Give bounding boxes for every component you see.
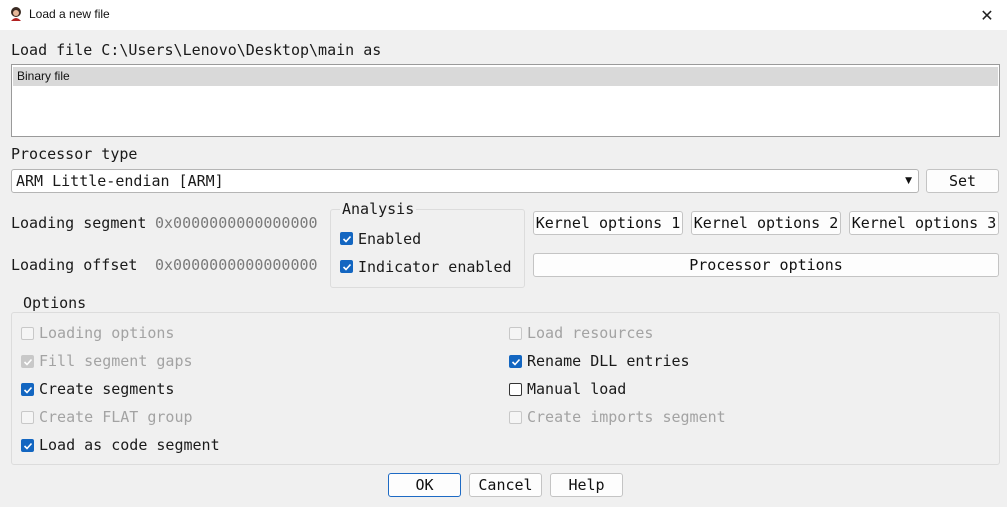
list-item[interactable]: Binary file xyxy=(13,67,998,86)
manual-load-checkbox[interactable] xyxy=(509,383,522,396)
enabled-label: Enabled xyxy=(358,230,422,248)
app-icon xyxy=(11,7,21,21)
load-resources-checkbox[interactable] xyxy=(509,327,522,340)
rename-dll-entries-label: Rename DLL entries xyxy=(527,352,690,370)
indicator-enabled-checkbox[interactable] xyxy=(340,260,353,273)
indicator-enabled-label: Indicator enabled xyxy=(358,258,512,276)
kernel-options-1-button[interactable]: Kernel options 1 xyxy=(533,211,683,235)
ok-button[interactable]: OK xyxy=(388,473,461,497)
loading-options-checkbox[interactable] xyxy=(21,327,34,340)
load-as-code-segment-checkbox[interactable] xyxy=(21,439,34,452)
checkmark-icon xyxy=(511,358,520,366)
checkmark-icon xyxy=(23,442,32,450)
analysis-group-title: Analysis xyxy=(340,200,417,218)
create-flat-group-label: Create FLAT group xyxy=(39,408,193,426)
chevron-down-icon: ▼ xyxy=(905,176,912,186)
title-bar: Load a new file ✕ xyxy=(0,0,1007,30)
help-button[interactable]: Help xyxy=(550,473,623,497)
create-flat-group-checkbox[interactable] xyxy=(21,411,34,424)
options-group-title: Options xyxy=(21,294,89,312)
create-imports-segment-checkbox[interactable] xyxy=(509,411,522,424)
loading-segment-field[interactable]: 0x0000000000000000 xyxy=(155,214,318,232)
load-resources-label: Load resources xyxy=(527,324,654,342)
processor-options-button[interactable]: Processor options xyxy=(533,253,999,277)
file-type-list[interactable]: Binary file xyxy=(11,64,1000,137)
loading-offset-label: Loading offset xyxy=(11,256,138,274)
fill-segment-gaps-checkbox[interactable] xyxy=(21,355,34,368)
close-button[interactable]: ✕ xyxy=(967,0,1007,30)
processor-type-value: ARM Little-endian [ARM] xyxy=(16,172,224,190)
fill-segment-gaps-label: Fill segment gaps xyxy=(39,352,193,370)
set-button[interactable]: Set xyxy=(926,169,999,193)
kernel-options-2-button[interactable]: Kernel options 2 xyxy=(691,211,841,235)
loading-options-label: Loading options xyxy=(39,324,175,342)
checkmark-icon xyxy=(23,358,32,366)
enabled-checkbox[interactable] xyxy=(340,232,353,245)
create-imports-segment-label: Create imports segment xyxy=(527,408,726,426)
loading-offset-field[interactable]: 0x0000000000000000 xyxy=(155,256,318,274)
load-as-code-segment-label: Load as code segment xyxy=(39,436,220,454)
processor-type-select[interactable]: ARM Little-endian [ARM] ▼ xyxy=(11,169,919,193)
load-file-label: Load file C:\Users\Lenovo\Desktop\main a… xyxy=(11,41,382,59)
kernel-options-3-button[interactable]: Kernel options 3 xyxy=(849,211,999,235)
create-segments-label: Create segments xyxy=(39,380,175,398)
checkmark-icon xyxy=(342,235,351,243)
loading-segment-label: Loading segment xyxy=(11,214,147,232)
create-segments-checkbox[interactable] xyxy=(21,383,34,396)
processor-type-label: Processor type xyxy=(11,145,138,163)
cancel-button[interactable]: Cancel xyxy=(469,473,542,497)
close-icon: ✕ xyxy=(980,5,994,25)
checkmark-icon xyxy=(342,263,351,271)
checkmark-icon xyxy=(23,386,32,394)
window-title: Load a new file xyxy=(29,7,110,21)
manual-load-label: Manual load xyxy=(527,380,627,398)
rename-dll-entries-checkbox[interactable] xyxy=(509,355,522,368)
analysis-group xyxy=(330,209,525,288)
